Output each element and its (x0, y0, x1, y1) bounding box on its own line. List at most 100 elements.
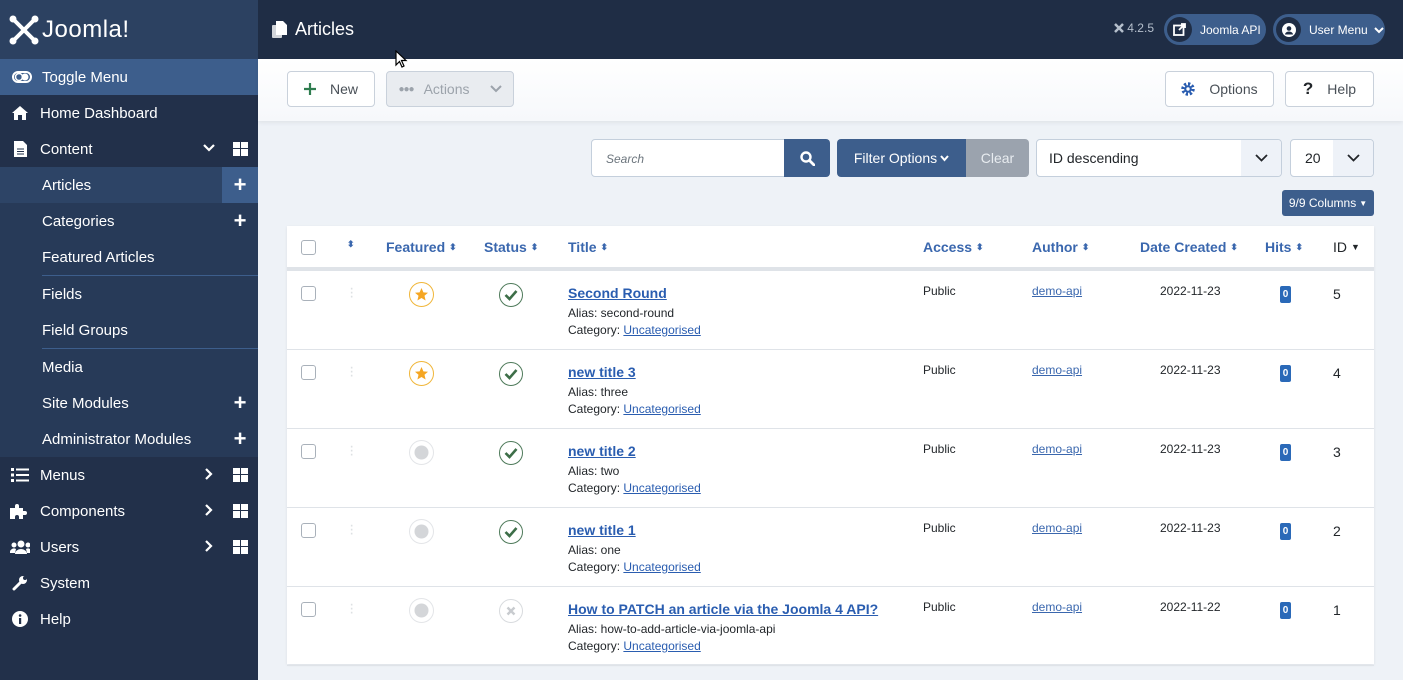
dashboard-grid-icon[interactable] (233, 468, 248, 486)
dashboard-grid-icon[interactable] (233, 540, 248, 558)
date-created-cell: 2022-11-23 (1160, 521, 1221, 535)
select-all-checkbox[interactable] (301, 240, 316, 255)
sidebar-item-content[interactable]: Content (0, 131, 258, 167)
columns-dropdown[interactable]: 9/9 Columns ▼ (1282, 190, 1374, 216)
chevron-right-icon[interactable] (202, 503, 216, 521)
clear-button[interactable]: Clear (966, 139, 1029, 177)
article-title-link[interactable]: new title 1 (568, 522, 701, 538)
sidebar-item-fields[interactable]: Fields (0, 276, 258, 312)
sidebar-item-menus[interactable]: Menus (0, 457, 258, 493)
date-created-header[interactable]: Date Created ⬍ (1140, 239, 1238, 255)
sidebar-item-system[interactable]: System (0, 565, 258, 601)
sidebar-item-media[interactable]: Media (0, 349, 258, 385)
sidebar-item-help[interactable]: Help (0, 601, 258, 637)
row-checkbox[interactable] (301, 444, 316, 459)
row-checkbox[interactable] (301, 286, 316, 301)
sidebar-item-administrator-modules[interactable]: Administrator Modules + (0, 421, 258, 457)
chevron-down-icon (940, 154, 949, 162)
article-title-link[interactable]: new title 3 (568, 364, 701, 380)
add-admin-module-icon[interactable]: + (222, 421, 258, 457)
row-checkbox[interactable] (301, 523, 316, 538)
category-link[interactable]: Uncategorised (623, 402, 700, 416)
unfeatured-icon[interactable] (409, 598, 434, 623)
sidebar-item-site-modules[interactable]: Site Modules + (0, 385, 258, 421)
author-header[interactable]: Author ⬍ (1032, 239, 1089, 255)
sidebar-item-users[interactable]: Users (0, 529, 258, 565)
new-label: New (329, 81, 358, 97)
featured-star-icon[interactable] (409, 361, 434, 386)
actions-dropdown[interactable]: ●●● Actions (386, 71, 514, 107)
chevron-right-icon[interactable] (202, 467, 216, 485)
id-header[interactable]: ID ▼ (1333, 239, 1360, 255)
joomla-logo[interactable]: Joomla! (0, 0, 258, 59)
status-header[interactable]: Status ⬍ (484, 239, 538, 255)
sidebar-item-label: Components (40, 502, 126, 520)
drag-handle-icon[interactable]: · · · (349, 518, 354, 542)
sidebar-item-featured-articles[interactable]: Featured Articles (0, 239, 258, 275)
sidebar-item-label: Home Dashboard (40, 104, 158, 122)
drag-handle-icon[interactable]: · · · (349, 597, 354, 621)
article-title-link[interactable]: new title 2 (568, 443, 701, 459)
unfeatured-icon[interactable] (409, 440, 434, 465)
sort-ordering-header[interactable]: ⬍ (347, 239, 355, 250)
user-menu-button[interactable]: User Menu (1273, 14, 1385, 45)
category-link[interactable]: Uncategorised (623, 481, 700, 495)
category-link[interactable]: Uncategorised (623, 323, 700, 337)
drag-handle-icon[interactable]: · · · (349, 360, 354, 384)
joomla-api-button[interactable]: Joomla API (1164, 14, 1266, 45)
add-article-icon[interactable]: + (222, 167, 258, 203)
sidebar-item-label: Categories (42, 212, 115, 230)
row-checkbox[interactable] (301, 602, 316, 617)
row-checkbox[interactable] (301, 365, 316, 380)
chevron-down-icon[interactable] (202, 141, 216, 159)
drag-handle-icon[interactable]: · · · (349, 281, 354, 305)
unfeatured-icon[interactable] (409, 519, 434, 544)
list-limit-select[interactable]: 20 (1290, 139, 1374, 177)
chevron-right-icon[interactable] (202, 539, 216, 557)
category-link[interactable]: Uncategorised (623, 639, 700, 653)
sidebar-item-articles[interactable]: Articles + (0, 167, 258, 203)
title-header[interactable]: Title ⬍ (568, 239, 608, 255)
dashboard-grid-icon[interactable] (233, 504, 248, 522)
ordering-select[interactable]: ID descending (1036, 139, 1282, 177)
sidebar-item-categories[interactable]: Categories + (0, 203, 258, 239)
help-button[interactable]: ? Help (1285, 71, 1374, 107)
options-button[interactable]: Options (1165, 71, 1274, 107)
sidebar-item-field-groups[interactable]: Field Groups (0, 312, 258, 348)
author-link[interactable]: demo-api (1032, 363, 1082, 377)
sidebar-item-home-dashboard[interactable]: Home Dashboard (0, 95, 258, 131)
filter-options-button[interactable]: Filter Options (837, 139, 966, 177)
published-check-icon[interactable] (499, 362, 523, 386)
new-button[interactable]: New (287, 71, 375, 107)
published-check-icon[interactable] (499, 283, 523, 307)
article-title-link[interactable]: Second Round (568, 285, 701, 301)
author-link[interactable]: demo-api (1032, 284, 1082, 298)
author-link[interactable]: demo-api (1032, 521, 1082, 535)
search-input[interactable]: Search (591, 139, 785, 177)
home-icon (10, 105, 30, 121)
drag-handle-icon[interactable]: · · · (349, 439, 354, 463)
access-header[interactable]: Access ⬍ (923, 239, 984, 255)
title-cell: Second Round Alias: second-round Category:… (568, 285, 701, 339)
add-site-module-icon[interactable]: + (222, 385, 258, 421)
featured-star-icon[interactable] (409, 282, 434, 307)
published-check-icon[interactable] (499, 520, 523, 544)
hits-header[interactable]: Hits ⬍ (1265, 239, 1303, 255)
sidebar-item-components[interactable]: Components (0, 493, 258, 529)
category-label: Category: (568, 639, 621, 653)
published-check-icon[interactable] (499, 441, 523, 465)
article-category: Category: Uncategorised (568, 401, 701, 418)
toggle-menu-label: Toggle Menu (42, 68, 128, 86)
search-button[interactable] (784, 139, 830, 177)
author-link[interactable]: demo-api (1032, 600, 1082, 614)
toggle-menu[interactable]: Toggle Menu (0, 59, 258, 95)
dashboard-grid-icon[interactable] (233, 142, 248, 160)
category-link[interactable]: Uncategorised (623, 560, 700, 574)
article-title-link[interactable]: How to PATCH an article via the Joomla 4… (568, 601, 878, 617)
filter-options-label: Filter Options (853, 150, 938, 166)
author-link[interactable]: demo-api (1032, 442, 1082, 456)
add-category-icon[interactable]: + (222, 203, 258, 239)
featured-header[interactable]: Featured ⬍ (386, 239, 457, 255)
unpublished-x-icon[interactable] (499, 599, 523, 623)
mouse-cursor (395, 50, 408, 68)
